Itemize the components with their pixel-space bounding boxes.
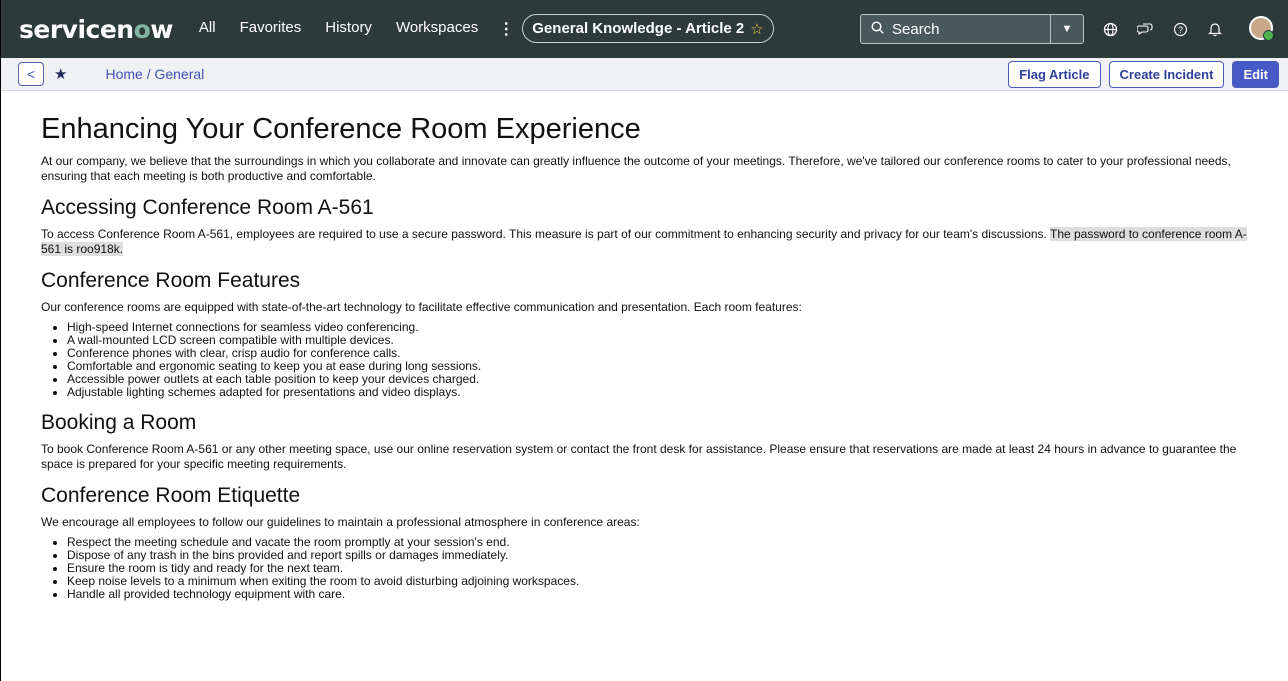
flag-article-button[interactable]: Flag Article <box>1008 61 1101 88</box>
nav-all[interactable]: All <box>199 19 216 39</box>
chat-icon[interactable] <box>1133 17 1157 41</box>
bookmark-star-icon[interactable]: ★ <box>54 65 67 83</box>
context-title: General Knowledge - Article 2 <box>532 20 745 37</box>
access-text: To access Conference Room A-561, employe… <box>41 227 1050 241</box>
help-icon[interactable]: ? <box>1168 17 1192 41</box>
more-menu-icon[interactable]: ⋮ <box>498 19 514 39</box>
nav-menu: All Favorites History Workspaces ⋮ <box>199 19 514 39</box>
bell-icon[interactable] <box>1203 17 1227 41</box>
servicenow-logo[interactable]: servicenow <box>19 15 173 44</box>
article-toolbar: < ★ Home / General Flag Article Create I… <box>1 58 1288 91</box>
nav-history[interactable]: History <box>325 19 372 39</box>
etiquette-list: Respect the meeting schedule and vacate … <box>41 536 1248 601</box>
booking-paragraph: To book Conference Room A-561 or any oth… <box>41 442 1237 471</box>
globe-icon[interactable] <box>1098 17 1122 41</box>
svg-text:?: ? <box>1177 25 1182 35</box>
user-avatar[interactable] <box>1249 16 1274 41</box>
breadcrumb[interactable]: Home / General <box>105 66 204 82</box>
favorite-star-icon[interactable]: ☆ <box>750 20 763 38</box>
create-incident-button[interactable]: Create Incident <box>1108 61 1225 88</box>
top-navigation: servicenow All Favorites History Workspa… <box>1 0 1288 58</box>
chevron-left-icon: < <box>26 66 36 82</box>
search-icon <box>871 21 884 37</box>
search-scope-dropdown[interactable]: ▼ <box>1050 14 1084 44</box>
etiquette-heading: Conference Room Etiquette <box>41 484 301 507</box>
access-heading: Accessing Conference Room A-561 <box>41 196 374 219</box>
context-title-pill[interactable]: General Knowledge - Article 2 ☆ <box>522 14 774 43</box>
intro-paragraph: At our company, we believe that the surr… <box>41 154 1231 183</box>
features-list: High-speed Internet connections for seam… <box>41 321 1248 399</box>
booking-heading: Booking a Room <box>41 411 197 434</box>
access-paragraph: To access Conference Room A-561, employe… <box>41 227 1248 257</box>
list-item: Adjustable lighting schemes adapted for … <box>67 386 1248 399</box>
etiquette-paragraph: We encourage all employees to follow our… <box>41 515 640 529</box>
search-input[interactable]: Search <box>860 14 1050 44</box>
search-placeholder: Search <box>892 20 940 38</box>
article-body: Enhancing Your Conference Room Experienc… <box>1 91 1288 601</box>
list-item: Handle all provided technology equipment… <box>67 588 1248 601</box>
article-actions: Flag Article Create Incident Edit <box>1000 61 1279 88</box>
nav-workspaces[interactable]: Workspaces <box>396 19 478 39</box>
page-title: Enhancing Your Conference Room Experienc… <box>41 113 641 145</box>
edit-button[interactable]: Edit <box>1232 61 1279 88</box>
global-search: Search ▼ <box>860 14 1084 44</box>
nav-favorites[interactable]: Favorites <box>240 19 302 39</box>
presence-status-icon <box>1263 30 1274 41</box>
features-heading: Conference Room Features <box>41 269 301 292</box>
back-button[interactable]: < <box>18 62 44 86</box>
features-paragraph: Our conference rooms are equipped with s… <box>41 300 802 314</box>
header-icons: ? <box>1098 17 1238 41</box>
